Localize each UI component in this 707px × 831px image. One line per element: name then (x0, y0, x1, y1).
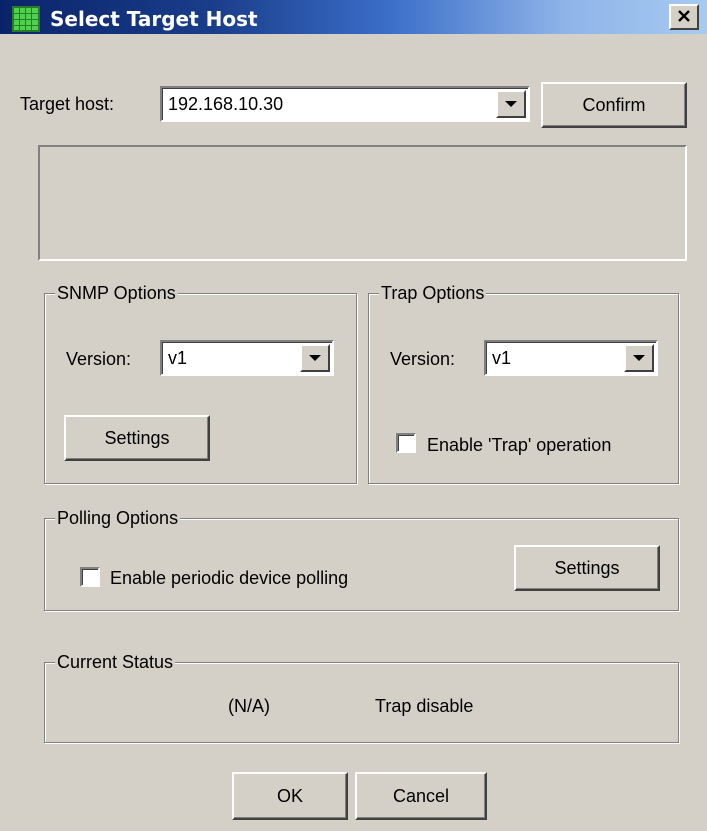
status-value-na: (N/A) (228, 696, 270, 716)
snmp-options-legend: SNMP Options (55, 281, 178, 305)
enable-polling-label[interactable]: Enable periodic device polling (110, 566, 348, 590)
cancel-button[interactable]: Cancel (355, 772, 487, 820)
trap-version-label: Version: (390, 349, 456, 369)
snmp-version-label: Version: (66, 349, 132, 369)
window-title: Select Target Host (50, 7, 258, 31)
ok-button[interactable]: OK (232, 772, 348, 820)
confirm-button[interactable]: Confirm (541, 82, 687, 128)
status-trap-value: Trap disable (375, 696, 474, 716)
enable-polling-checkbox[interactable] (80, 567, 100, 587)
chevron-down-icon[interactable] (300, 344, 330, 372)
target-host-value: 192.168.10.30 (168, 93, 284, 114)
trap-version-value: v1 (492, 347, 512, 368)
chevron-down-icon[interactable] (496, 90, 526, 118)
current-status-legend: Current Status (55, 650, 176, 674)
polling-options-legend: Polling Options (55, 506, 181, 530)
close-icon (677, 7, 691, 28)
info-display-area (38, 145, 687, 261)
close-button[interactable] (669, 4, 699, 30)
snmp-settings-button[interactable]: Settings (64, 415, 210, 461)
enable-trap-label[interactable]: Enable 'Trap' operation (427, 433, 611, 457)
enable-trap-checkbox[interactable] (396, 433, 416, 453)
grid-app-icon (12, 6, 40, 32)
trap-options-legend: Trap Options (379, 281, 487, 305)
polling-settings-button[interactable]: Settings (514, 545, 660, 591)
current-status-group: Current Status (44, 650, 679, 743)
snmp-version-value: v1 (168, 347, 188, 368)
snmp-version-combo[interactable]: v1 (160, 340, 334, 376)
target-host-combo[interactable]: 192.168.10.30 (160, 86, 530, 122)
trap-version-combo[interactable]: v1 (484, 340, 658, 376)
target-host-label: Target host: (20, 94, 115, 114)
chevron-down-icon[interactable] (624, 344, 654, 372)
